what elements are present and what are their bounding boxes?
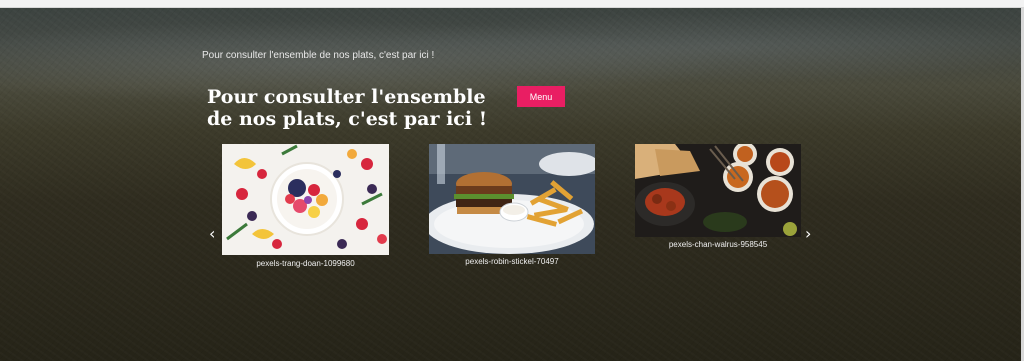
burger-image bbox=[429, 144, 595, 254]
carousel-slide[interactable]: pexels-chan-walrus-958545 bbox=[635, 144, 801, 254]
slide-image bbox=[429, 144, 595, 254]
slide-image bbox=[635, 144, 801, 237]
slide-caption: pexels-chan-walrus-958545 bbox=[668, 240, 768, 249]
slide-caption: pexels-robin-stickel-70497 bbox=[465, 257, 559, 266]
slide-caption: pexels-trang-doan-1099680 bbox=[256, 259, 355, 268]
menu-button[interactable]: Menu bbox=[517, 86, 565, 107]
browser-top-bar bbox=[0, 0, 1024, 8]
chevron-right-icon[interactable]: › bbox=[805, 226, 811, 242]
indian-food-image bbox=[635, 144, 801, 237]
slide-image bbox=[222, 144, 389, 255]
carousel-slide[interactable]: pexels-trang-doan-1099680 bbox=[222, 144, 389, 269]
intro-text: Pour consulter l'ensemble de nos plats, … bbox=[202, 50, 435, 61]
carousel-slide[interactable]: pexels-robin-stickel-70497 bbox=[429, 144, 595, 269]
fruit-bowl-image bbox=[222, 144, 389, 255]
page-heading: Pour consulter l'ensemble de nos plats, … bbox=[207, 86, 488, 130]
chevron-left-icon[interactable]: ‹ bbox=[209, 226, 215, 242]
